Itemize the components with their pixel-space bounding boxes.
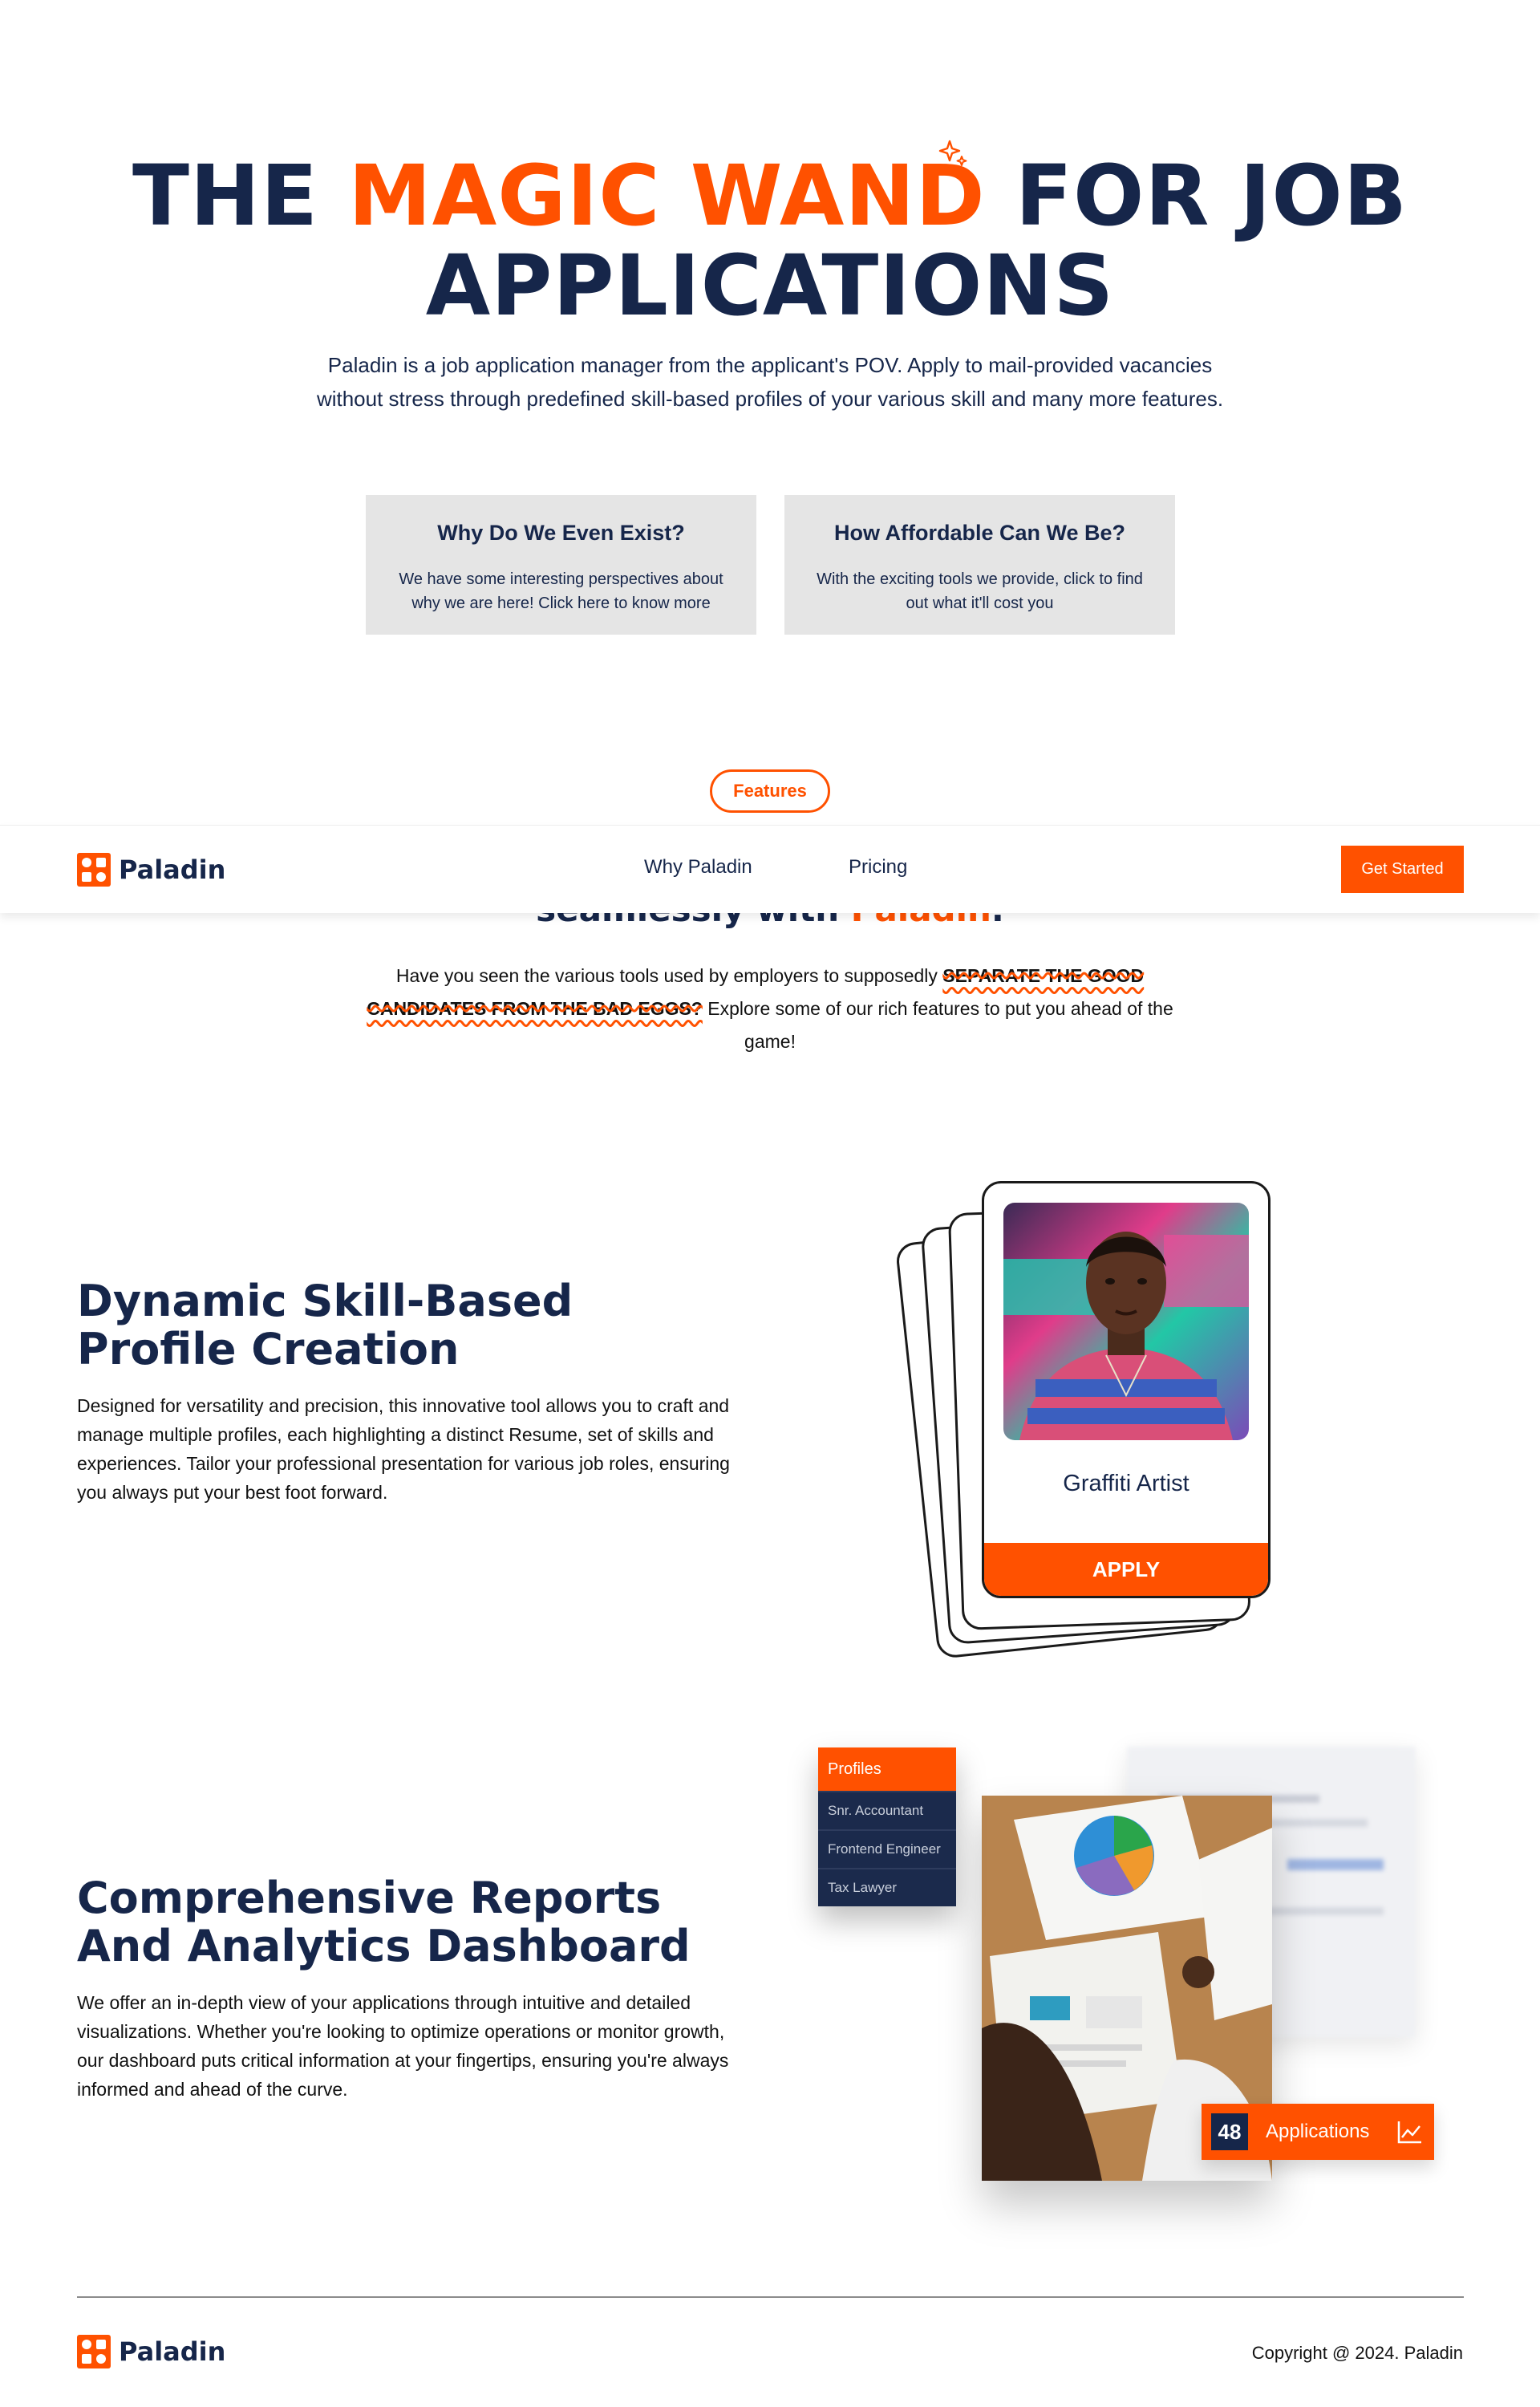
profile-card: Graffiti Artist APPLY (982, 1181, 1270, 1598)
profiles-menu-item[interactable]: Snr. Accountant (818, 1791, 956, 1829)
get-started-button[interactable]: Get Started (1341, 846, 1464, 893)
applications-label: Applications (1266, 2121, 1370, 2142)
affordable-card[interactable]: How Affordable Can We Be? With the excit… (784, 495, 1175, 635)
profiles-menu-item[interactable]: Tax Lawyer (818, 1868, 956, 1906)
why-exist-card-text: We have some interesting perspectives ab… (399, 570, 723, 612)
navbar-logo[interactable]: Paladin (77, 853, 225, 887)
feature1-title: Dynamic Skill-Based Profile Creation (77, 1276, 573, 1374)
intro-before: Have you seen the various tools used by … (395, 965, 943, 986)
hero-title: THE MAGIC WAND FOR JOB APPLICATIONS (0, 151, 1540, 331)
paladin-logo-icon (77, 853, 111, 887)
apply-button[interactable]: APPLY (984, 1543, 1268, 1596)
intro-after: Explore some of our rich features to put… (702, 998, 1173, 1052)
footer-logo-text: Paladin (119, 2336, 226, 2367)
profile-card-role: Graffiti Artist (1063, 1471, 1189, 1496)
features-pill: Features (710, 769, 830, 813)
profile-photo (1003, 1203, 1249, 1440)
paladin-logo-icon (77, 2335, 111, 2368)
navbar: Paladin Why Paladin Pricing Get Started (0, 825, 1540, 913)
features-intro: Have you seen the various tools used by … (345, 960, 1195, 1058)
applications-count: 48 (1211, 2113, 1248, 2150)
why-exist-card-title: Why Do We Even Exist? (437, 521, 685, 545)
hero-subtitle: Paladin is a job application manager fro… (316, 353, 1224, 411)
footer-logo[interactable]: Paladin (77, 2335, 225, 2368)
nav-link-why-paladin[interactable]: Why Paladin (644, 856, 752, 879)
profiles-menu-item[interactable]: Frontend Engineer (818, 1829, 956, 1868)
feature2-title: Comprehensive Reports And Analytics Dash… (77, 1873, 691, 1971)
footer-divider (77, 2296, 1464, 2298)
feature1-text: Designed for versatility and precision, … (77, 1395, 730, 1503)
profiles-menu: Profiles Snr. Accountant Frontend Engine… (818, 1747, 956, 1906)
line-chart-icon (1397, 2121, 1421, 2144)
hero-title-part1: THE (132, 147, 349, 245)
affordable-card-text: With the exciting tools we provide, clic… (817, 570, 1143, 612)
feature2-text: We offer an in-depth view of your applic… (77, 1992, 729, 2100)
navbar-logo-text: Paladin (119, 854, 226, 885)
nav-link-pricing[interactable]: Pricing (849, 856, 907, 879)
applications-badge: 48 Applications (1202, 2104, 1434, 2160)
copyright-text: Copyright @ 2024. Paladin (1251, 2343, 1463, 2363)
why-exist-card[interactable]: Why Do We Even Exist? We have some inter… (366, 495, 756, 635)
profiles-menu-header: Profiles (818, 1747, 956, 1791)
hero-title-accent: MAGIC WAND (348, 147, 986, 245)
affordable-card-title: How Affordable Can We Be? (833, 521, 1126, 545)
